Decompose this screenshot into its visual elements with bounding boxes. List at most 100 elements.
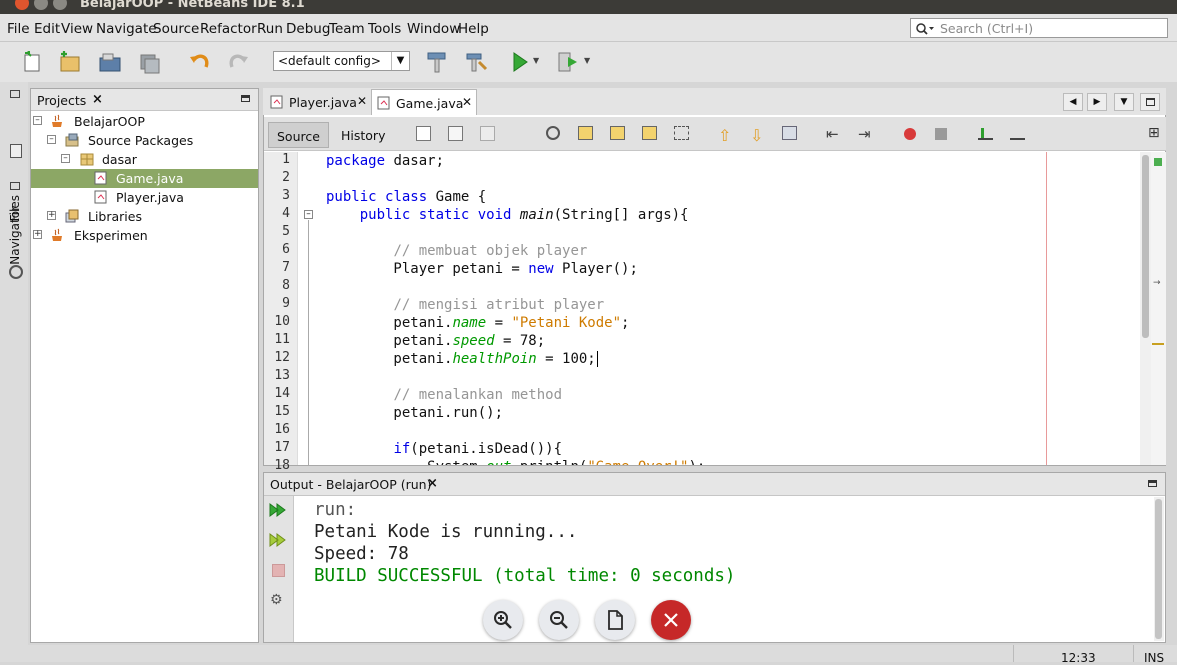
tree-row-libraries[interactable]: + Libraries <box>31 207 258 226</box>
close-viewer-button[interactable] <box>651 600 691 640</box>
run-dropdown-icon[interactable]: ▼ <box>533 56 539 65</box>
output-settings-icon[interactable]: ⚙ <box>270 592 283 608</box>
find-previous-icon[interactable] <box>578 126 593 140</box>
show-opened-documents-icon[interactable]: ▼ <box>1114 93 1134 111</box>
close-tab-icon[interactable]: ✕ <box>357 94 367 108</box>
menu-view[interactable]: View <box>61 21 93 37</box>
run-icon[interactable] <box>508 50 532 74</box>
collapse-icon[interactable]: – <box>47 135 56 144</box>
java-project-icon <box>52 228 62 241</box>
comment-icon[interactable] <box>978 126 993 140</box>
menu-tools[interactable]: Tools <box>368 21 401 37</box>
redo-icon[interactable] <box>226 50 250 74</box>
source-view-button[interactable]: Source <box>268 122 329 148</box>
code-area[interactable]: package dasar; public class Game { publi… <box>320 152 1140 465</box>
close-output-icon[interactable]: × <box>427 476 438 491</box>
config-select[interactable]: <default config> ▼ <box>273 51 410 71</box>
tree-row-source-packages[interactable]: – Source Packages <box>31 131 258 150</box>
restore-group-icon[interactable] <box>10 90 20 98</box>
line-number: 2 <box>282 170 290 185</box>
projects-title[interactable]: Projects <box>37 93 86 108</box>
close-window-button[interactable] <box>15 0 29 10</box>
close-tab-icon[interactable]: ✕ <box>462 95 472 109</box>
maximize-editor-icon[interactable] <box>1140 93 1160 111</box>
debug-icon[interactable] <box>556 50 580 74</box>
tab-player-java[interactable]: Player.java ✕ <box>265 89 369 115</box>
tree-row-game-java[interactable]: Game.java <box>31 169 258 188</box>
output-title[interactable]: Output - BelajarOOP (run) <box>270 477 431 492</box>
minimize-window-button[interactable] <box>34 0 48 10</box>
last-edit-icon[interactable] <box>416 126 431 141</box>
editor-scrollbar-thumb[interactable] <box>1142 155 1149 338</box>
start-macro-recording-icon[interactable] <box>904 128 916 140</box>
window-title: BelajarOOP - NetBeans IDE 8.1 <box>80 0 305 11</box>
build-hammer-icon[interactable] <box>425 50 449 74</box>
tree-row-project-eksperimen[interactable]: + Eksperimen <box>31 226 258 245</box>
rerun-icon[interactable] <box>269 502 287 518</box>
menu-debug[interactable]: Debug <box>286 21 330 37</box>
navigator-tab[interactable]: Navigator <box>8 206 22 265</box>
zoom-out-button[interactable] <box>539 600 579 640</box>
debug-dropdown-icon[interactable]: ▼ <box>584 56 590 65</box>
menu-navigate[interactable]: Navigate <box>96 21 157 37</box>
expand-icon[interactable]: + <box>47 211 56 220</box>
menu-refactor[interactable]: Refactor <box>200 21 257 37</box>
find-selection-icon[interactable] <box>546 126 560 140</box>
minimize-output-icon[interactable] <box>1148 480 1157 487</box>
maximize-window-button[interactable] <box>53 0 67 10</box>
menu-edit[interactable]: Edit <box>34 21 60 37</box>
back-icon[interactable] <box>448 126 463 141</box>
fit-page-button[interactable] <box>595 600 635 640</box>
zoom-in-button[interactable] <box>483 600 523 640</box>
stop-icon[interactable] <box>272 564 285 577</box>
uncomment-icon[interactable] <box>1010 126 1025 140</box>
clean-build-icon[interactable] <box>464 50 488 74</box>
search-field[interactable]: Search (Ctrl+I) <box>910 18 1168 38</box>
split-editor-icon[interactable]: ⊞ <box>1148 125 1160 141</box>
line-number: 8 <box>282 278 290 293</box>
collapse-icon[interactable]: – <box>33 116 42 125</box>
line-number: 17 <box>274 440 290 455</box>
zoom-out-icon <box>550 611 568 629</box>
output-scrollbar-thumb[interactable] <box>1155 499 1162 639</box>
previous-bookmark-icon[interactable]: ⇧ <box>718 126 731 145</box>
output-actions: ⚙ <box>264 496 294 642</box>
rerun-with-params-icon[interactable] <box>269 532 287 548</box>
shift-right-icon[interactable]: ⇥ <box>858 125 871 143</box>
tree-row-project-belajaroop[interactable]: – BelajarOOP <box>31 112 258 131</box>
history-view-button[interactable]: History <box>333 122 393 148</box>
close-projects-icon[interactable]: × <box>92 92 103 107</box>
rectangular-selection-icon[interactable] <box>674 126 689 140</box>
toggle-highlight-icon[interactable] <box>642 126 657 140</box>
fold-toggle-icon[interactable]: – <box>304 210 313 219</box>
mark-occurrence-marker[interactable] <box>1152 343 1164 345</box>
find-next-icon[interactable] <box>610 126 625 140</box>
collapse-icon[interactable]: – <box>61 154 70 163</box>
open-project-icon[interactable] <box>98 50 122 74</box>
shift-left-icon[interactable]: ⇤ <box>826 125 839 143</box>
scroll-tabs-left-icon[interactable]: ◀ <box>1063 93 1083 111</box>
menu-run[interactable]: Run <box>257 21 283 37</box>
new-file-icon[interactable] <box>21 50 45 74</box>
menu-window[interactable]: Window <box>407 21 460 37</box>
line-number: 9 <box>282 296 290 311</box>
scroll-tabs-right-icon[interactable]: ▶ <box>1087 93 1107 111</box>
new-project-icon[interactable] <box>58 50 82 74</box>
menu-file[interactable]: File <box>7 21 30 37</box>
menu-team[interactable]: Team <box>329 21 365 37</box>
next-bookmark-icon[interactable]: ⇩ <box>750 126 763 145</box>
undo-icon[interactable] <box>188 50 212 74</box>
expand-icon[interactable]: + <box>33 230 42 239</box>
minimize-panel-icon[interactable] <box>241 95 250 102</box>
forward-icon[interactable] <box>480 126 495 141</box>
menu-source[interactable]: Source <box>153 21 199 37</box>
tree-row-player-java[interactable]: Player.java <box>31 188 258 207</box>
tab-game-java[interactable]: Game.java ✕ <box>371 89 477 115</box>
restore-navigator-icon[interactable] <box>10 182 20 190</box>
stop-macro-recording-icon[interactable] <box>935 128 947 140</box>
menu-help[interactable]: Help <box>458 21 489 37</box>
save-all-icon[interactable] <box>138 50 162 74</box>
tree-row-package-dasar[interactable]: – dasar <box>31 150 258 169</box>
toggle-bookmark-icon[interactable] <box>782 126 797 140</box>
line-number: 5 <box>282 224 290 239</box>
